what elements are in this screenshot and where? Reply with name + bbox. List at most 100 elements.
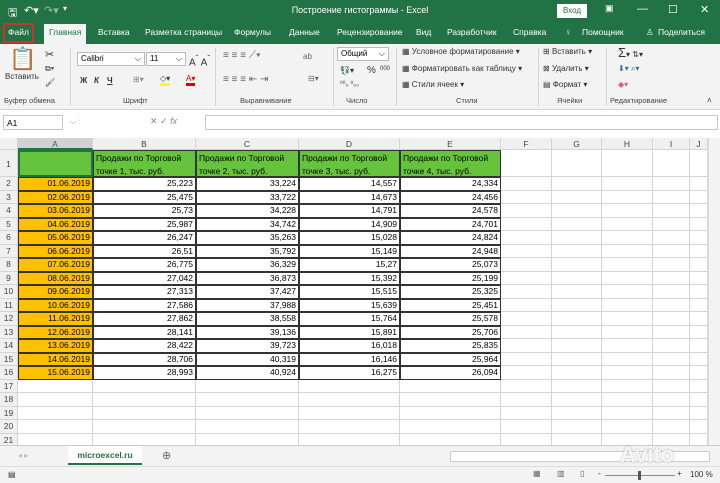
empty-cell[interactable] bbox=[602, 339, 653, 353]
value-cell[interactable]: 25,73 bbox=[93, 204, 196, 218]
empty-cell[interactable] bbox=[552, 217, 602, 231]
empty-cell[interactable] bbox=[602, 271, 653, 285]
row-header-18[interactable]: 18 bbox=[0, 393, 18, 407]
empty-cell[interactable] bbox=[501, 258, 552, 272]
empty-cell[interactable] bbox=[690, 231, 708, 245]
empty-cell[interactable] bbox=[602, 258, 653, 272]
empty-cell[interactable] bbox=[690, 285, 708, 299]
empty-cell[interactable] bbox=[653, 325, 690, 339]
autosum-icon[interactable]: Σ▾ ⇅▾ bbox=[618, 45, 643, 60]
header-cell[interactable]: Продажи по Торговой точке 2, тыс. руб. bbox=[196, 150, 299, 177]
value-cell[interactable]: 14,909 bbox=[299, 217, 400, 231]
value-cell[interactable]: 27,042 bbox=[93, 271, 196, 285]
row-header-6[interactable]: 6 bbox=[0, 231, 18, 245]
value-cell[interactable]: 40,319 bbox=[196, 352, 299, 366]
tab-data[interactable]: Данные bbox=[289, 27, 320, 37]
clear-icon[interactable]: ◆▾ bbox=[618, 80, 628, 89]
empty-cell[interactable] bbox=[602, 150, 653, 177]
empty-cell[interactable] bbox=[552, 285, 602, 299]
empty-cell[interactable] bbox=[653, 352, 690, 366]
insert-cells-button[interactable]: ⊞ Вставить ▾ bbox=[543, 47, 592, 56]
currency-icon[interactable]: 💱▾ bbox=[340, 66, 354, 75]
value-cell[interactable]: 37,427 bbox=[196, 285, 299, 299]
name-box[interactable]: A1 bbox=[3, 115, 63, 130]
empty-cell[interactable] bbox=[690, 325, 708, 339]
empty-cell[interactable] bbox=[552, 150, 602, 177]
login-button[interactable]: Вход bbox=[557, 4, 587, 18]
date-cell[interactable]: 15.06.2019 bbox=[18, 366, 93, 380]
empty-cell[interactable] bbox=[196, 406, 299, 420]
empty-cell[interactable] bbox=[602, 217, 653, 231]
value-cell[interactable]: 33,722 bbox=[196, 190, 299, 204]
vertical-scrollbar[interactable] bbox=[708, 138, 720, 445]
row-header-2[interactable]: 2 bbox=[0, 177, 18, 191]
paste-button[interactable]: Вставить bbox=[5, 72, 39, 81]
empty-cell[interactable] bbox=[602, 379, 653, 393]
value-cell[interactable]: 16,146 bbox=[299, 352, 400, 366]
formula-input[interactable] bbox=[205, 115, 718, 130]
underline-button[interactable]: Ч bbox=[107, 76, 113, 85]
row-header-20[interactable]: 20 bbox=[0, 420, 18, 434]
empty-cell[interactable] bbox=[653, 258, 690, 272]
value-cell[interactable]: 15,639 bbox=[299, 298, 400, 312]
value-cell[interactable]: 27,586 bbox=[93, 298, 196, 312]
empty-cell[interactable] bbox=[552, 231, 602, 245]
empty-cell[interactable] bbox=[653, 231, 690, 245]
empty-cell[interactable] bbox=[501, 231, 552, 245]
row-header-9[interactable]: 9 bbox=[0, 271, 18, 285]
sheet-nav-icons[interactable]: ◂ ▸ bbox=[18, 451, 28, 460]
empty-cell[interactable] bbox=[653, 393, 690, 407]
row-header-19[interactable]: 19 bbox=[0, 406, 18, 420]
align-top-icon[interactable]: ≡ ≡ ≡ ⟋▾ bbox=[223, 50, 261, 61]
conditional-formatting-button[interactable]: ▦ Условное форматирование ▾ bbox=[402, 47, 520, 56]
zoom-out-icon[interactable]: - bbox=[598, 469, 601, 478]
empty-cell[interactable] bbox=[501, 352, 552, 366]
empty-cell[interactable] bbox=[653, 420, 690, 434]
empty-cell[interactable] bbox=[602, 204, 653, 218]
empty-cell[interactable] bbox=[690, 352, 708, 366]
empty-cell[interactable] bbox=[653, 271, 690, 285]
value-cell[interactable]: 15,392 bbox=[299, 271, 400, 285]
view-page-break-icon[interactable]: ▯ bbox=[580, 469, 584, 478]
paste-icon[interactable]: 📋 bbox=[9, 46, 36, 72]
value-cell[interactable]: 14,673 bbox=[299, 190, 400, 204]
empty-cell[interactable] bbox=[196, 420, 299, 434]
empty-cell[interactable] bbox=[400, 406, 501, 420]
date-cell[interactable]: 11.06.2019 bbox=[18, 312, 93, 326]
value-cell[interactable]: 33,224 bbox=[196, 177, 299, 191]
empty-cell[interactable] bbox=[690, 393, 708, 407]
value-cell[interactable]: 28,993 bbox=[93, 366, 196, 380]
zoom-slider-thumb[interactable] bbox=[638, 471, 641, 480]
empty-cell[interactable] bbox=[653, 406, 690, 420]
value-cell[interactable]: 24,824 bbox=[400, 231, 501, 245]
number-format-select[interactable]: Общий ⌵ bbox=[337, 47, 389, 61]
empty-cell[interactable] bbox=[653, 204, 690, 218]
grow-font-icon[interactable]: Aˆ Aˇ bbox=[189, 53, 210, 68]
empty-cell[interactable] bbox=[552, 406, 602, 420]
tab-tell-me[interactable]: Помощник bbox=[582, 27, 624, 37]
column-header-F[interactable]: F bbox=[501, 138, 552, 150]
tab-review[interactable]: Рецензирование bbox=[337, 27, 403, 37]
empty-cell[interactable] bbox=[299, 420, 400, 434]
value-cell[interactable]: 25,325 bbox=[400, 285, 501, 299]
empty-cell[interactable] bbox=[400, 379, 501, 393]
cut-icon[interactable]: ✂ bbox=[45, 48, 54, 61]
tab-home[interactable]: Главная bbox=[44, 24, 87, 44]
value-cell[interactable]: 25,964 bbox=[400, 352, 501, 366]
empty-cell[interactable] bbox=[501, 379, 552, 393]
empty-cell[interactable] bbox=[501, 217, 552, 231]
header-cell[interactable]: Продажи по Торговой точке 1, тыс. руб. bbox=[93, 150, 196, 177]
value-cell[interactable]: 15,149 bbox=[299, 244, 400, 258]
bold-button[interactable]: Ж bbox=[80, 76, 87, 85]
empty-cell[interactable] bbox=[552, 258, 602, 272]
empty-cell[interactable] bbox=[552, 352, 602, 366]
decimal-icon[interactable]: ⁰⁰₀ ⁰₀₀ bbox=[340, 80, 359, 88]
value-cell[interactable]: 25,578 bbox=[400, 312, 501, 326]
italic-button[interactable]: К bbox=[94, 76, 99, 85]
date-cell[interactable]: 14.06.2019 bbox=[18, 352, 93, 366]
column-header-D[interactable]: D bbox=[299, 138, 400, 150]
empty-cell[interactable] bbox=[602, 325, 653, 339]
empty-cell[interactable] bbox=[653, 379, 690, 393]
value-cell[interactable]: 25,199 bbox=[400, 271, 501, 285]
value-cell[interactable]: 24,578 bbox=[400, 204, 501, 218]
